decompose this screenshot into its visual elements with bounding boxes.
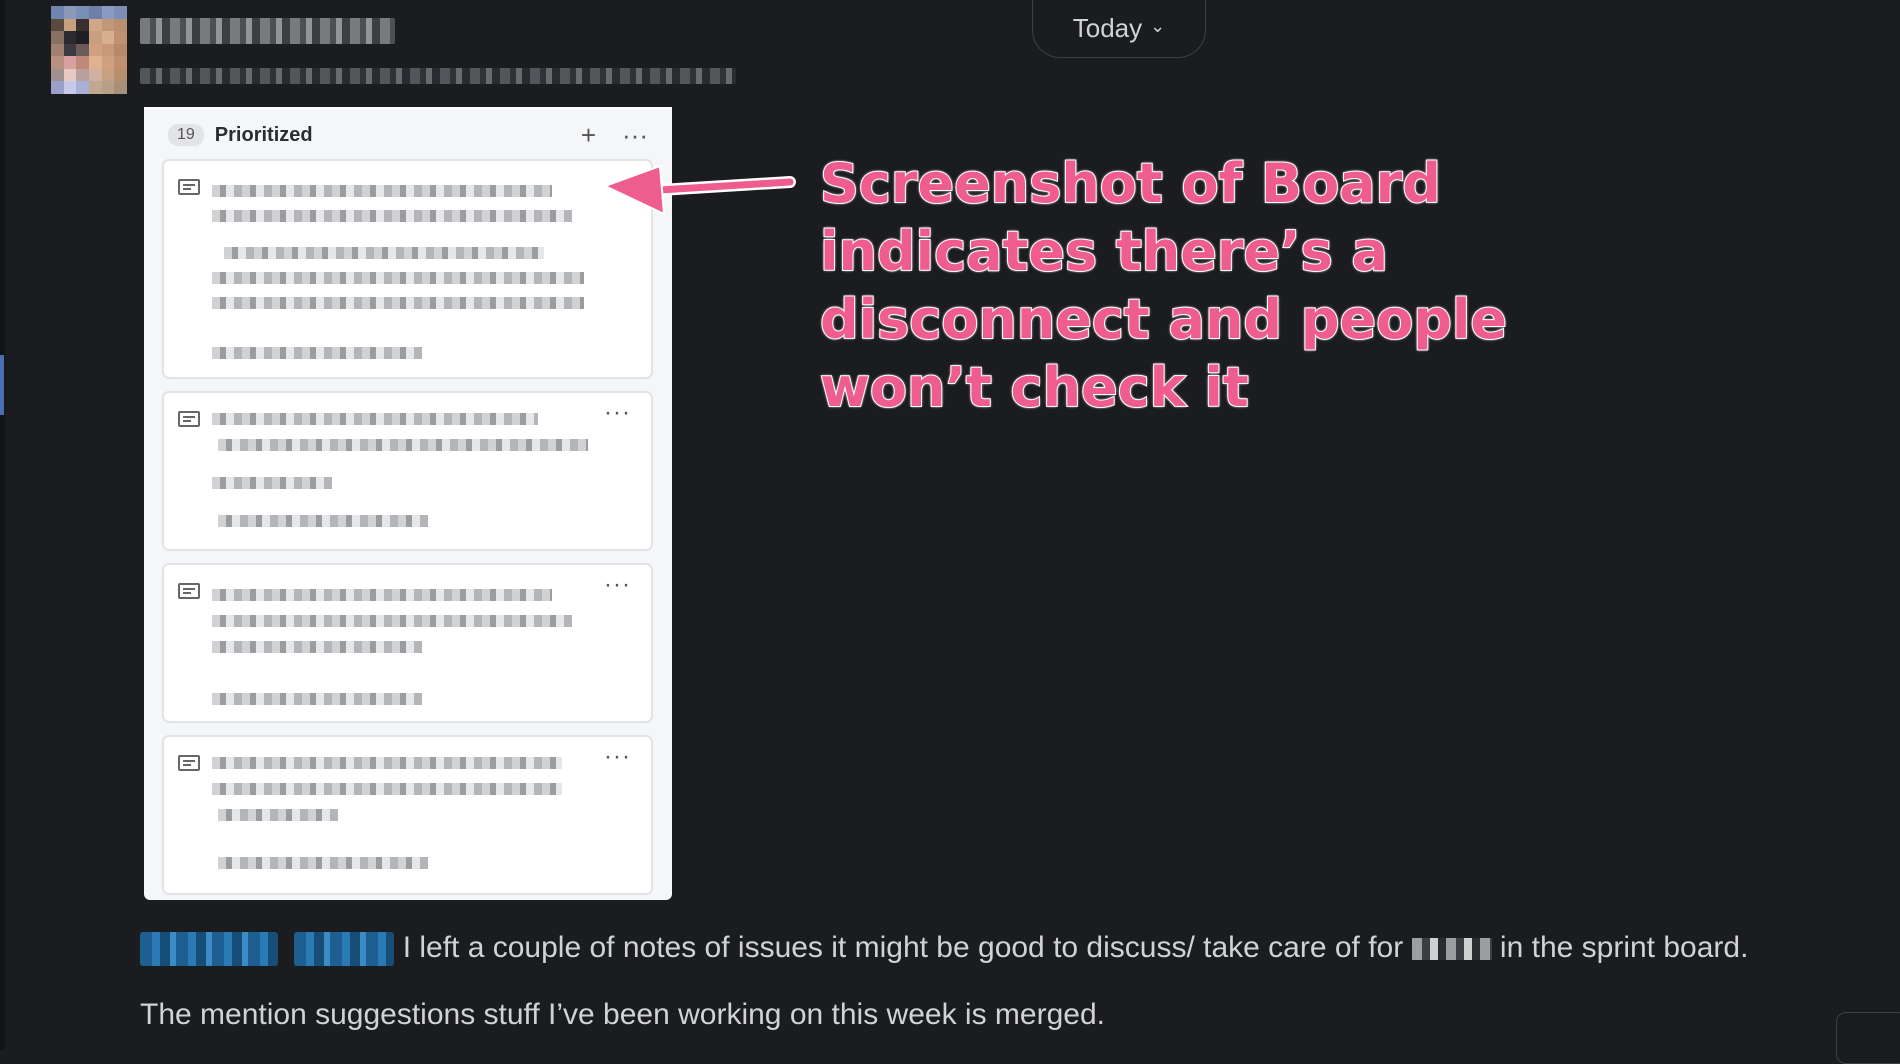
board-screenshot[interactable]: 19 Prioritized + ··· ··· ··· ···	[144, 107, 672, 900]
card-more-icon: ···	[604, 743, 631, 770]
annotation-line: disconnect and people	[819, 287, 1508, 352]
message-meta	[140, 68, 736, 84]
arrow-annotation	[602, 164, 796, 216]
user-mention[interactable]	[140, 932, 278, 967]
sender-name[interactable]	[140, 18, 395, 44]
annotation-line: indicates there’s a	[819, 219, 1389, 284]
card-more-icon: ···	[604, 399, 631, 426]
today-label: Today	[1072, 13, 1143, 43]
card-count-badge: 19	[168, 124, 204, 146]
board-column-header: 19 Prioritized + ···	[168, 119, 648, 151]
board-card: ···	[162, 563, 653, 723]
board-card	[162, 159, 653, 379]
board-card: ···	[162, 391, 653, 551]
date-divider-button[interactable]: Today ⌄	[1032, 0, 1206, 58]
message-line: The mention suggestions stuff I’ve been …	[140, 998, 1105, 1032]
message-text-suffix: in the sprint board.	[1499, 931, 1749, 964]
annotation-text: Screenshot of Board indicates there’s a …	[819, 150, 1580, 422]
description-icon	[178, 583, 200, 599]
user-mention[interactable]	[294, 932, 395, 967]
message-text: I left a couple of notes of issues it mi…	[402, 931, 1404, 964]
more-icon: ···	[622, 119, 648, 150]
chevron-down-icon: ⌄	[1150, 16, 1166, 36]
description-icon	[178, 755, 200, 771]
message-line: I left a couple of notes of issues it mi…	[140, 931, 1749, 967]
message-text: The mention suggestions stuff I’ve been …	[140, 998, 1105, 1031]
annotation-line: won’t check it	[819, 355, 1250, 420]
column-title: Prioritized	[214, 123, 313, 146]
description-icon	[178, 411, 200, 427]
add-icon: +	[580, 119, 597, 150]
redacted-text	[1411, 938, 1492, 961]
sidebar-edge	[0, 0, 5, 1050]
unread-marker	[0, 355, 4, 415]
avatar[interactable]	[51, 6, 127, 94]
annotation-line: Screenshot of Board	[819, 151, 1442, 216]
board-card: ···	[162, 735, 653, 895]
reaction-button[interactable]	[1836, 1012, 1900, 1064]
description-icon	[178, 179, 200, 195]
card-more-icon: ···	[604, 571, 631, 598]
